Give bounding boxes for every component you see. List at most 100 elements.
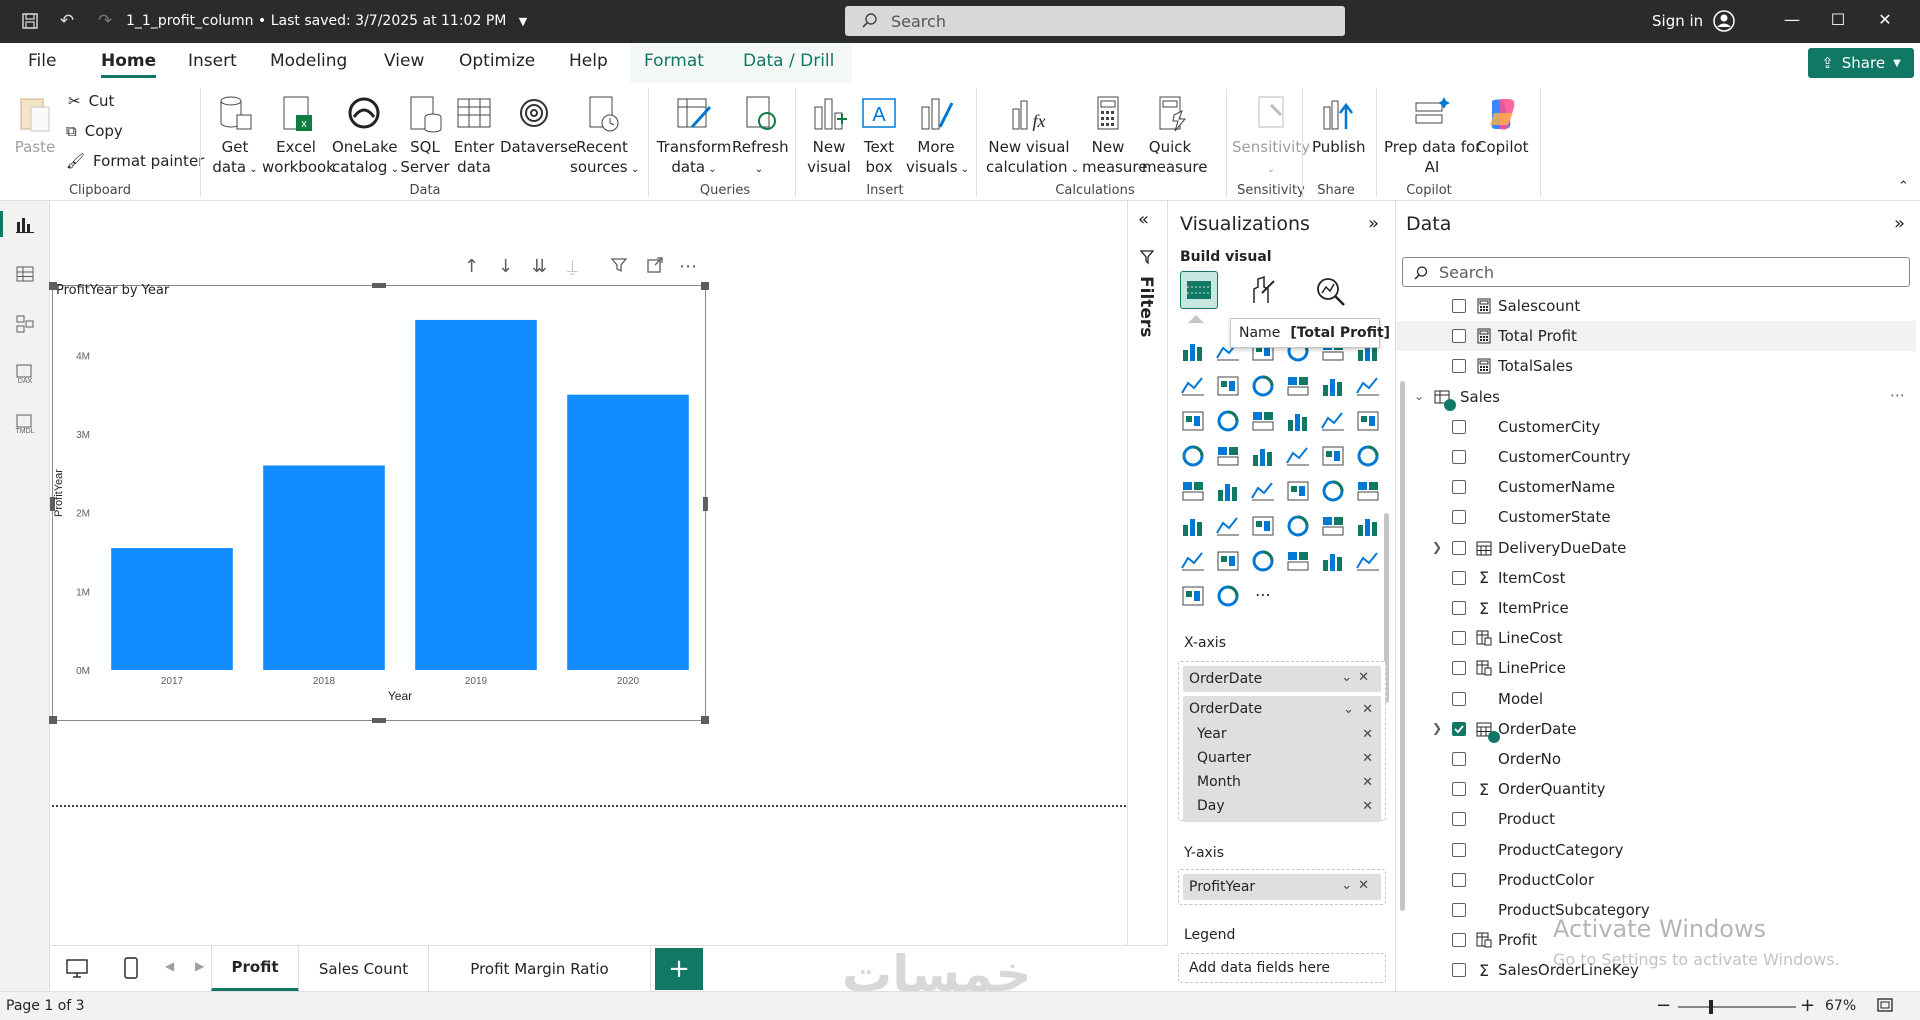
field-checkbox[interactable]: [1452, 752, 1466, 766]
undo-icon[interactable]: ↶: [55, 9, 79, 33]
quick-measure-button[interactable]: Quick measure: [1142, 93, 1207, 177]
refresh-button[interactable]: Refresh ⌄: [732, 93, 789, 180]
enter-data-button[interactable]: Enter data: [452, 93, 496, 177]
remove-level-icon[interactable]: ✕: [1362, 751, 1373, 766]
zoom-slider-thumb[interactable]: [1709, 1000, 1714, 1014]
visual-type-icon[interactable]: [1215, 548, 1241, 574]
resize-handle[interactable]: [701, 282, 709, 290]
mobile-layout-icon[interactable]: [123, 956, 139, 984]
pill-actions[interactable]: ⌄✕: [1341, 878, 1375, 893]
signin-button[interactable]: Sign in: [1652, 12, 1703, 30]
desktop-layout-icon[interactable]: [65, 958, 89, 984]
x-axis-field-pill[interactable]: OrderDate ⌄✕: [1183, 666, 1381, 692]
copilot-button[interactable]: Copilot: [1476, 93, 1529, 157]
visual-type-icon[interactable]: [1180, 513, 1206, 539]
visual-type-icon[interactable]: [1215, 408, 1241, 434]
visual-type-icon[interactable]: [1215, 443, 1241, 469]
remove-level-icon[interactable]: ✕: [1362, 799, 1373, 814]
onelake-catalog-button[interactable]: OneLake catalog ⌄: [332, 93, 399, 180]
field-checkbox[interactable]: [1452, 963, 1466, 978]
visual-type-icon[interactable]: [1250, 478, 1276, 504]
maximize-icon[interactable]: ☐: [1823, 10, 1853, 34]
field-row[interactable]: Salescount: [1396, 291, 1916, 321]
field-row[interactable]: OrderNo: [1396, 744, 1916, 774]
recent-sources-button[interactable]: Recent sources ⌄: [570, 93, 639, 180]
tab-modeling[interactable]: Modeling: [270, 51, 347, 71]
hierarchy-level-quarter[interactable]: Quarter ✕: [1183, 746, 1381, 770]
visual-type-icon[interactable]: [1285, 513, 1311, 539]
field-row[interactable]: ❯ DeliveryDueDate: [1396, 533, 1916, 563]
report-view-icon[interactable]: [0, 209, 40, 239]
sensitivity-button[interactable]: Sensitivity ⌄: [1232, 93, 1310, 180]
drill-mode-icon[interactable]: ⍊: [567, 256, 578, 277]
filter-icon[interactable]: [610, 256, 628, 279]
text-box-button[interactable]: A Text box: [856, 93, 902, 177]
chevron-right-icon[interactable]: ❯: [1432, 721, 1442, 735]
field-checkbox[interactable]: [1452, 691, 1466, 706]
field-list-scrollbar[interactable]: [1400, 381, 1405, 911]
visual-type-icon[interactable]: [1320, 478, 1346, 504]
visual-type-icon[interactable]: [1320, 548, 1346, 574]
hierarchy-level-day[interactable]: Day ✕: [1183, 794, 1381, 818]
field-checkbox[interactable]: [1452, 510, 1466, 525]
drill-down-icon[interactable]: ↓: [498, 256, 513, 277]
dax-query-view-icon[interactable]: DAX: [10, 359, 40, 389]
chevron-down-icon[interactable]: ⌄: [1414, 389, 1424, 403]
model-view-icon[interactable]: [10, 309, 40, 339]
visual-type-icon[interactable]: [1355, 443, 1381, 469]
add-page-button[interactable]: +: [655, 948, 703, 990]
publish-button[interactable]: Publish: [1312, 93, 1365, 157]
field-checkbox[interactable]: [1452, 903, 1466, 917]
y-axis-well[interactable]: ProfitYear ⌄✕: [1178, 869, 1386, 905]
bar[interactable]: [263, 465, 385, 670]
field-row[interactable]: ProductColor: [1396, 865, 1916, 895]
visual-type-icon[interactable]: [1180, 338, 1206, 364]
hierarchy-level-month[interactable]: Month ✕: [1183, 770, 1381, 794]
visual-type-icon[interactable]: [1215, 513, 1241, 539]
field-checkbox[interactable]: [1452, 842, 1466, 857]
field-row[interactable]: TotalSales: [1396, 351, 1916, 381]
minimize-icon[interactable]: —: [1777, 10, 1807, 34]
save-icon[interactable]: [18, 9, 42, 33]
bar[interactable]: [567, 394, 689, 670]
field-row[interactable]: Σ ItemCost: [1396, 563, 1916, 593]
format-painter-button[interactable]: 🖌 Format painter: [66, 152, 204, 170]
legend-well[interactable]: Add data fields here: [1178, 953, 1386, 983]
chevron-right-icon[interactable]: ❯: [1432, 540, 1442, 554]
x-axis-well[interactable]: OrderDate ⌄✕ OrderDate ⌄ ✕ Year ✕ Quarter ✕…: [1178, 661, 1386, 822]
zoom-out-button[interactable]: −: [1656, 995, 1671, 1016]
page-tab-sales-count[interactable]: Sales Count: [299, 946, 429, 992]
resize-handle[interactable]: [372, 283, 386, 288]
field-row[interactable]: CustomerCity: [1396, 412, 1916, 442]
visual-type-icon[interactable]: [1250, 443, 1276, 469]
visual-type-icon[interactable]: [1215, 478, 1241, 504]
close-icon[interactable]: ✕: [1870, 10, 1900, 34]
visual-type-icon[interactable]: [1355, 478, 1381, 504]
document-title[interactable]: 1_1_profit_column • Last saved: 3/7/2025…: [126, 13, 527, 29]
visual-type-icon[interactable]: [1320, 373, 1346, 399]
data-search-input[interactable]: Search: [1402, 257, 1910, 287]
visual-type-icon[interactable]: [1355, 408, 1381, 434]
visual-type-icon[interactable]: [1285, 443, 1311, 469]
field-checkbox[interactable]: [1452, 601, 1466, 615]
visual-type-icon[interactable]: [1355, 548, 1381, 574]
visual-type-icon[interactable]: ⋯: [1250, 583, 1276, 609]
field-checkbox[interactable]: [1452, 631, 1466, 646]
visual-type-icon[interactable]: [1320, 408, 1346, 434]
visual-type-icon[interactable]: [1355, 373, 1381, 399]
field-checkbox[interactable]: [1452, 450, 1466, 464]
visual-type-icon[interactable]: [1355, 513, 1381, 539]
tab-home[interactable]: Home: [101, 51, 157, 78]
page-tab-profit[interactable]: Profit: [211, 946, 299, 992]
hierarchy-actions[interactable]: ⌄ ✕: [1343, 702, 1373, 717]
field-row[interactable]: ❯ OrderDate: [1396, 714, 1916, 744]
y-axis-field-pill[interactable]: ProfitYear ⌄✕: [1183, 874, 1381, 900]
field-checkbox[interactable]: [1452, 299, 1466, 313]
table-sales-header[interactable]: ⌄ Sales ⋯: [1396, 382, 1916, 412]
drill-up-icon[interactable]: ↑: [464, 256, 479, 277]
analytics-tab[interactable]: [1314, 275, 1346, 311]
expand-all-down-icon[interactable]: ⇊: [532, 256, 547, 277]
field-row[interactable]: Σ ItemPrice: [1396, 593, 1916, 623]
zoom-slider-track[interactable]: [1678, 1000, 1796, 1014]
visual-type-icon[interactable]: [1180, 478, 1206, 504]
